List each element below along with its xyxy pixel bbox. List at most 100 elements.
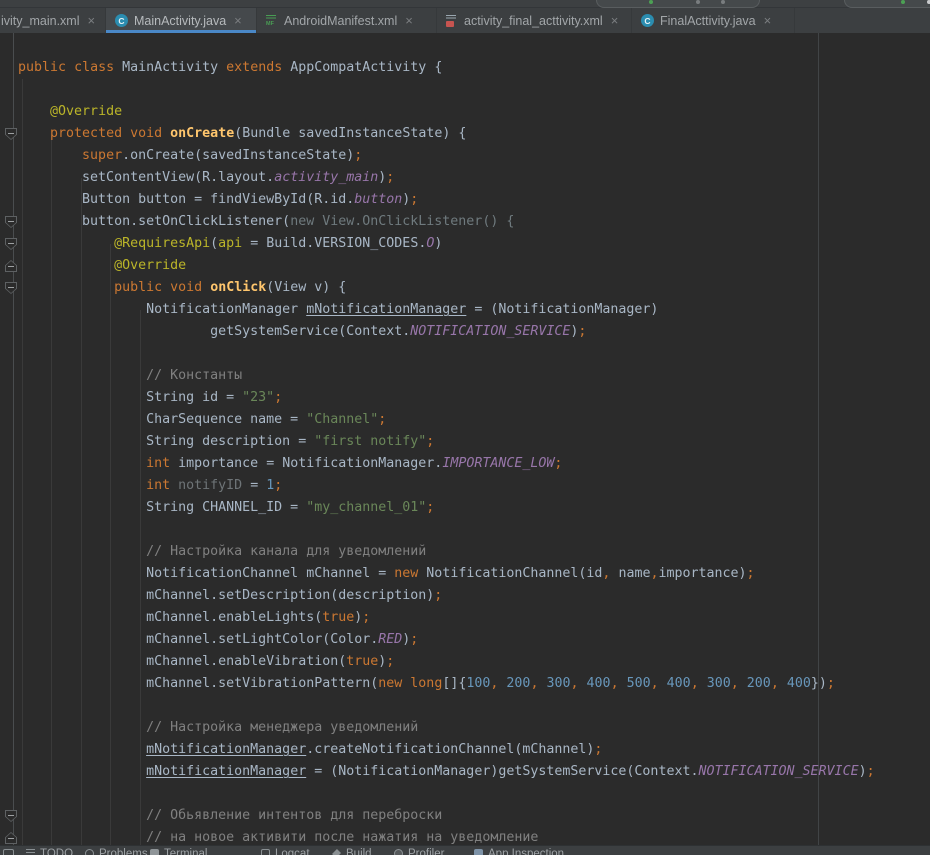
code-token: importance): [658, 566, 746, 581]
tab-label: MainActivity.java: [134, 14, 226, 28]
logcat-icon: [261, 849, 270, 855]
code-token: 200: [747, 676, 771, 691]
manifest-file-icon: MF: [266, 14, 278, 27]
code-token: ;: [578, 324, 586, 339]
code-token: [18, 148, 82, 163]
profiler-icon: [394, 849, 403, 855]
window-corner-button[interactable]: [3, 847, 14, 855]
code-editor[interactable]: public class MainActivity extends AppCom…: [0, 33, 930, 845]
code-token: int: [146, 478, 170, 493]
run-config-widget[interactable]: [596, 0, 760, 8]
code-token: ;: [426, 434, 434, 449]
tab-mainactivity-java[interactable]: C MainActivity.java ×: [106, 8, 257, 33]
code-token: ,: [571, 676, 579, 691]
code-token: ,: [611, 676, 619, 691]
code-token: = Build.VERSION_CODES.: [242, 236, 426, 251]
terminal-icon: [150, 849, 159, 855]
code-token: ,: [771, 676, 779, 691]
toolbar-button-todo[interactable]: TODO: [26, 847, 73, 855]
layout-file-icon: [446, 14, 458, 27]
code-token: // Обьявление интентов для переброски: [18, 808, 442, 823]
fold-down-icon[interactable]: [5, 238, 17, 250]
code-line: String CHANNEL_ID = "my_channel_01";: [18, 497, 875, 519]
fold-down-icon[interactable]: [5, 282, 17, 294]
code-line: String description = "first notify";: [18, 431, 875, 453]
code-token: extends: [226, 60, 282, 75]
code-line: @Override: [18, 255, 875, 277]
code-line: mChannel.enableVibration(true);: [18, 651, 875, 673]
code-line: // на новое активити после нажатия на ув…: [18, 827, 875, 845]
tab-finalacttivity-java[interactable]: C FinalActtivity.java ×: [632, 8, 795, 33]
toolbar-button-logcat[interactable]: Logcat: [261, 847, 310, 855]
toolbar-button-label: Terminal: [164, 847, 207, 855]
toolbar-button-build[interactable]: Build: [332, 847, 372, 855]
code-token: new View.OnClickListener() {: [290, 214, 514, 229]
close-icon[interactable]: ×: [611, 14, 619, 27]
code-line: [18, 79, 875, 101]
tool-windows-icon: [3, 849, 14, 855]
tab-label: ivity_main.xml: [1, 14, 80, 28]
code-line: button.setOnClickListener(new View.OnCli…: [18, 211, 875, 233]
code-token: @Override: [50, 104, 122, 119]
code-lines: public class MainActivity extends AppCom…: [18, 57, 875, 845]
code-token: ): [859, 764, 867, 779]
code-token: long: [410, 676, 442, 691]
fold-down-icon[interactable]: [5, 128, 17, 140]
close-icon[interactable]: ×: [764, 14, 772, 27]
code-token: String id =: [18, 390, 242, 405]
code-line: mChannel.setVibrationPattern(new long[]{…: [18, 673, 875, 695]
code-token: true: [346, 654, 378, 669]
toolbar-button-profiler[interactable]: Profiler: [394, 847, 444, 855]
code-token: ;: [274, 478, 282, 493]
code-token: = (NotificationManager)getSystemService(…: [306, 764, 698, 779]
code-token: mChannel.setLightColor(Color.: [18, 632, 378, 647]
code-line: NotificationChannel mChannel = new Notif…: [18, 563, 875, 585]
tab-activity-final-acttivity-xml[interactable]: activity_final_acttivity.xml ×: [437, 8, 632, 33]
code-token: NotificationChannel(id: [418, 566, 602, 581]
code-line: super.onCreate(savedInstanceState);: [18, 145, 875, 167]
code-line: mChannel.enableLights(true);: [18, 607, 875, 629]
code-token: int: [146, 456, 170, 471]
code-token: CharSequence name =: [18, 412, 306, 427]
code-token: [162, 280, 170, 295]
code-token: =: [242, 478, 266, 493]
code-token: [162, 126, 170, 141]
close-icon[interactable]: ×: [234, 14, 242, 27]
code-line: public void onClick(View v) {: [18, 277, 875, 299]
close-icon[interactable]: ×: [88, 14, 96, 27]
tab-label: activity_final_acttivity.xml: [464, 14, 603, 28]
close-icon[interactable]: ×: [405, 14, 413, 27]
fold-down-icon[interactable]: [5, 216, 17, 228]
code-token: ;: [594, 742, 602, 757]
device-widget[interactable]: [844, 0, 930, 8]
code-token: mChannel.setDescription(description): [18, 588, 434, 603]
code-token: [18, 742, 146, 757]
code-token: String description =: [18, 434, 314, 449]
code-token: ;: [410, 632, 418, 647]
toolbar-button-app-inspection[interactable]: App Inspection: [474, 847, 564, 855]
code-token: void: [170, 280, 202, 295]
fold-up-icon[interactable]: [5, 832, 17, 844]
tab-androidmanifest-xml[interactable]: MF AndroidManifest.xml ×: [257, 8, 437, 33]
code-token: [18, 456, 146, 471]
code-token: []{: [442, 676, 466, 691]
code-token: NotificationChannel mChannel =: [18, 566, 394, 581]
code-token: IMPORTANCE_LOW: [442, 456, 554, 471]
build-hammer-icon: [332, 849, 341, 855]
code-token: mNotificationManager: [306, 302, 466, 317]
fold-down-icon[interactable]: [5, 810, 17, 822]
bottom-tool-window-bar: TODO Problems Terminal Logcat Build Prof…: [0, 845, 930, 855]
fold-up-icon[interactable]: [5, 260, 17, 272]
tab-activity-main-xml[interactable]: ivity_main.xml ×: [0, 8, 106, 33]
toolbar-dot-icon: [696, 0, 700, 4]
code-token: name: [610, 566, 650, 581]
code-token: 300: [707, 676, 731, 691]
code-token: "23": [242, 390, 274, 405]
code-token: notifyID: [178, 478, 242, 493]
toolbar-button-terminal[interactable]: Terminal: [150, 847, 207, 855]
code-token: ;: [362, 610, 370, 625]
toolbar-button-problems[interactable]: Problems: [85, 847, 148, 855]
code-token: // Настройка менеджера уведомлений: [18, 720, 418, 735]
code-token: new: [394, 566, 418, 581]
code-token: 400: [587, 676, 611, 691]
